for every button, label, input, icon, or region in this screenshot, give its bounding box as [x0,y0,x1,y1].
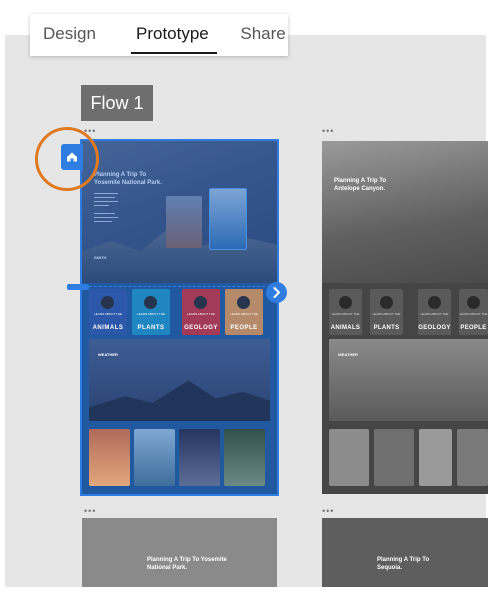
chevron-right-icon [273,287,280,298]
photo-card-3 [179,429,220,486]
photo-card-2 [374,429,414,486]
artboard-sequoia[interactable]: Planning A Trip To Sequoia. [322,518,488,587]
connection-line [89,286,265,287]
flow-label[interactable]: Flow 1 [81,85,153,121]
artboard-menu-dots-4[interactable]: ••• [322,507,334,516]
hero-title: Planning A Trip To Yosemite National Par… [147,557,227,571]
weather-label: WEATHER [98,352,118,357]
tile-geology: LEARN ABOUT THE GEOLOGY [182,289,220,335]
photo-card-2 [134,429,175,486]
artboard-menu-dots-2[interactable]: ••• [322,127,334,136]
tile-people: LEARN ABOUT THE PEOPLE [225,289,263,335]
photo-card-3 [419,429,452,486]
hero-image [322,141,488,283]
tile-plants: LEARN ABOUT THE PLANTS [370,289,403,335]
photo-card-1 [89,429,130,486]
photo-card-4 [457,429,488,486]
photo-card-4 [224,429,265,486]
tile-animals: LEARN ABOUT THE ANIMALS [89,289,127,335]
tab-design[interactable]: Design [30,14,123,56]
weather-panel: WEATHER [329,339,488,421]
tile-people: LEARN ABOUT THE PEOPLE [459,289,488,335]
mode-tab-bar: Design Prototype Share [30,14,288,56]
artboard-menu-dots-3[interactable]: ••• [84,507,96,516]
photo-card-1 [329,429,369,486]
artboard-antelope-canyon[interactable]: Planning A Trip To Antelope Canyon. LEAR… [322,141,488,494]
weather-panel: WEATHER [89,339,270,421]
tile-plants: LEARN ABOUT THE PLANTS [132,289,170,335]
tile-geology: LEARN ABOUT THE GEOLOGY [418,289,451,335]
tab-share[interactable]: Share [227,14,288,56]
hero-title: Planning A Trip To Sequoia. [377,557,430,571]
artboard-yosemite-copy[interactable]: Planning A Trip To Yosemite National Par… [82,518,277,587]
weather-label: WEATHER [338,352,358,357]
artboard-yosemite[interactable]: Planning A Trip To Yosemite National Par… [80,139,279,496]
connection-handle[interactable] [67,284,89,290]
tab-prototype[interactable]: Prototype [123,14,227,56]
hero-title: Planning A Trip To Antelope Canyon. [334,178,387,192]
highlight-ring [35,127,99,191]
tile-animals: LEARN ABOUT THE ANIMALS [329,289,362,335]
next-artboard-button[interactable] [266,282,287,303]
